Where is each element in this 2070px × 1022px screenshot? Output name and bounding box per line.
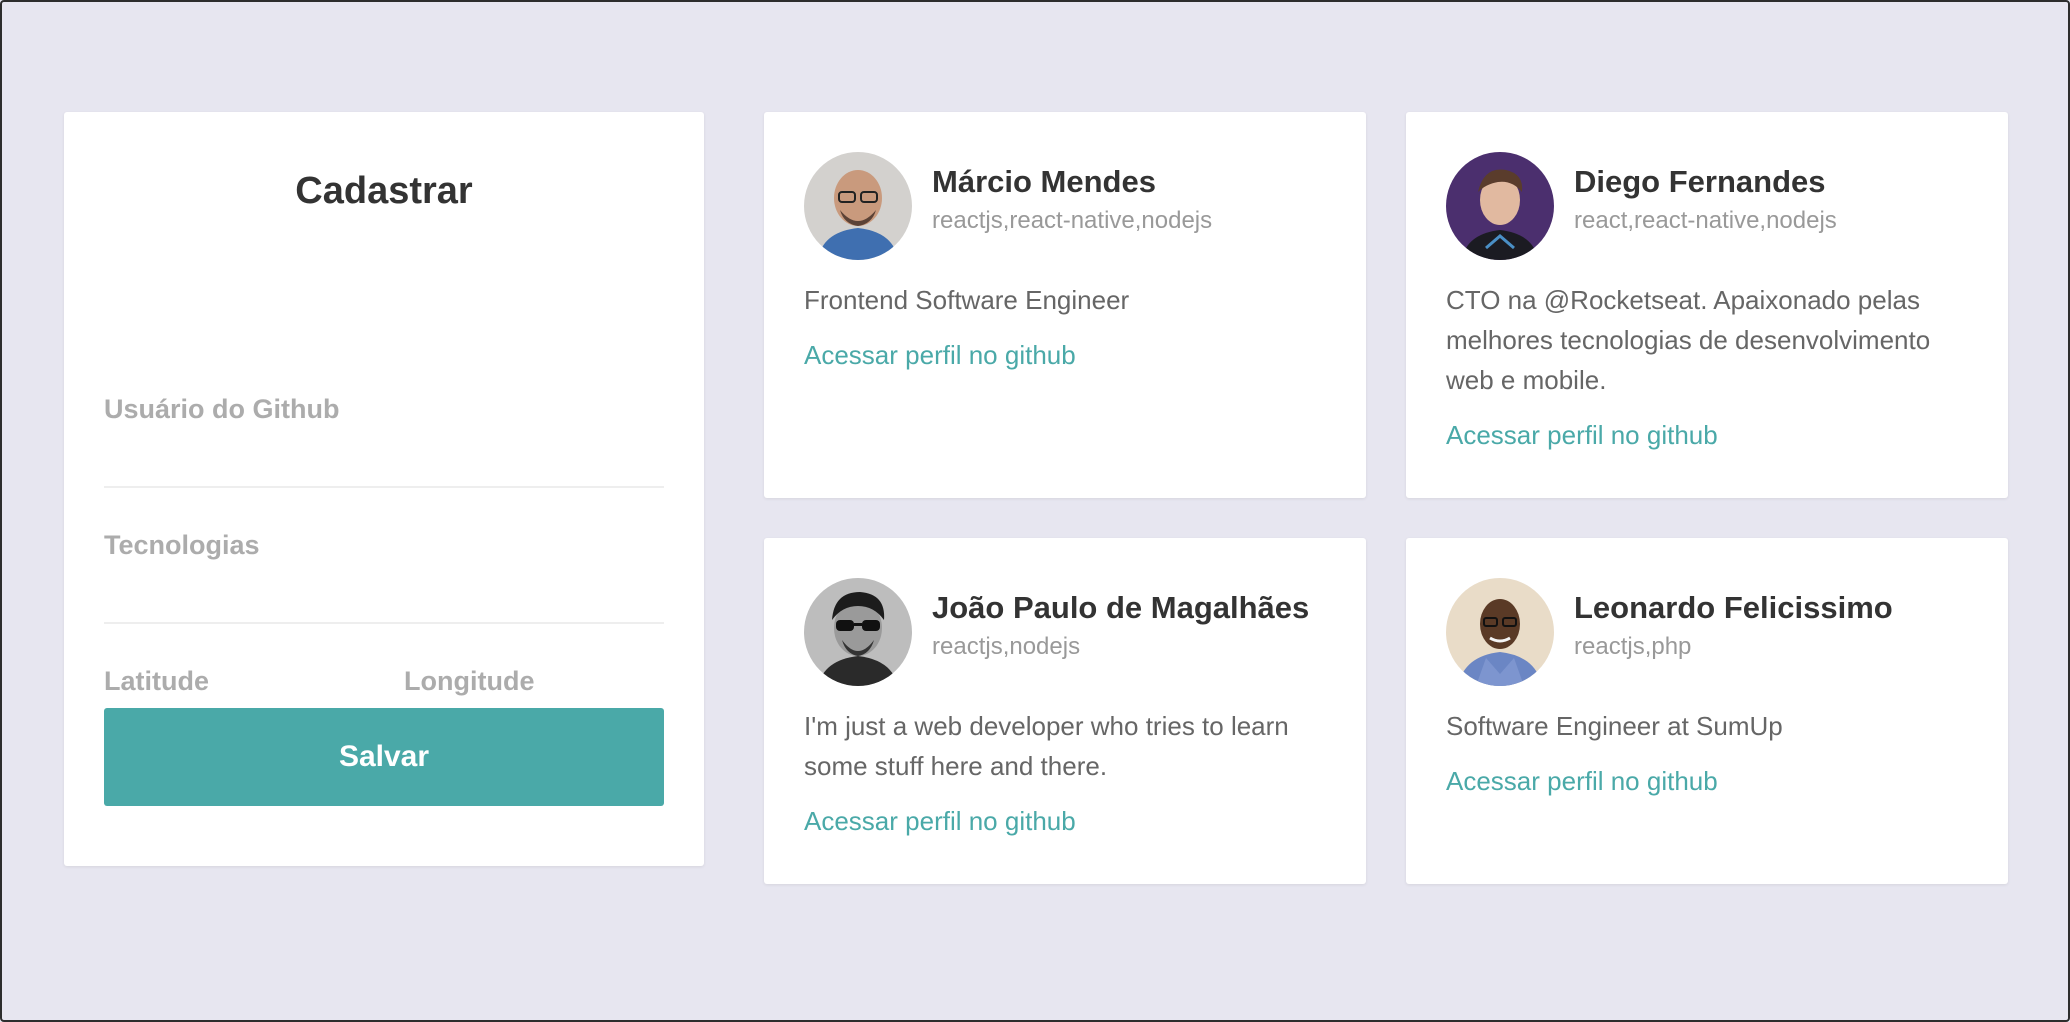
user-bio: CTO na @Rocketseat. Apaixonado pelas mel… [1446,285,1931,395]
user-name: Leonardo Felicissimo [1574,590,1893,626]
user-name: Márcio Mendes [932,164,1156,200]
longitude-label: Longitude [404,666,535,696]
github-profile-link[interactable]: Acessar perfil no github [1446,420,1718,451]
dev-card: Márcio Mendes reactjs,react-native,nodej… [764,112,1366,498]
dev-card-header: Leonardo Felicissimo reactjs,php [1446,578,1968,686]
register-form-card: Cadastrar Usuário do Github Tecnologias … [64,112,704,866]
user-info: Márcio Mendes reactjs,react-native,nodej… [932,163,1212,234]
user-bio: Frontend Software Engineer [804,285,1130,315]
user-info: Leonardo Felicissimo reactjs,php [1574,589,1893,660]
github-username-input[interactable] [104,444,664,488]
technologies-label: Tecnologias [104,530,260,560]
user-techs: react,react-native,nodejs [1574,206,1837,234]
user-techs: reactjs,nodejs [932,632,1081,660]
user-avatar [1446,152,1554,260]
dev-card: Diego Fernandes react,react-native,nodej… [1406,112,2008,498]
github-profile-link[interactable]: Acessar perfil no github [1446,766,1718,797]
user-avatar [804,152,912,260]
latitude-label: Latitude [104,666,209,696]
form-title: Cadastrar [295,170,473,212]
github-username-label: Usuário do Github [104,394,340,424]
dev-card: João Paulo de Magalhães reactjs,nodejs I… [764,538,1366,884]
user-bio: Software Engineer at SumUp [1446,711,1783,741]
dev-card-header: Márcio Mendes reactjs,react-native,nodej… [804,152,1326,260]
save-button[interactable]: Salvar [104,708,664,806]
github-profile-link[interactable]: Acessar perfil no github [804,340,1076,371]
user-info: João Paulo de Magalhães reactjs,nodejs [932,589,1309,660]
dev-card-header: João Paulo de Magalhães reactjs,nodejs [804,578,1326,686]
dev-card: Leonardo Felicissimo reactjs,php Softwar… [1406,538,2008,884]
technologies-input[interactable] [104,580,664,624]
dev-card-header: Diego Fernandes react,react-native,nodej… [1446,152,1968,260]
user-avatar [1446,578,1554,686]
user-name: Diego Fernandes [1574,164,1826,200]
user-info: Diego Fernandes react,react-native,nodej… [1574,163,1837,234]
user-bio: I'm just a web developer who tries to le… [804,711,1289,781]
user-avatar [804,578,912,686]
user-name: João Paulo de Magalhães [932,590,1310,626]
user-techs: reactjs,react-native,nodejs [932,206,1213,234]
user-techs: reactjs,php [1574,632,1692,660]
github-profile-link[interactable]: Acessar perfil no github [804,806,1076,837]
